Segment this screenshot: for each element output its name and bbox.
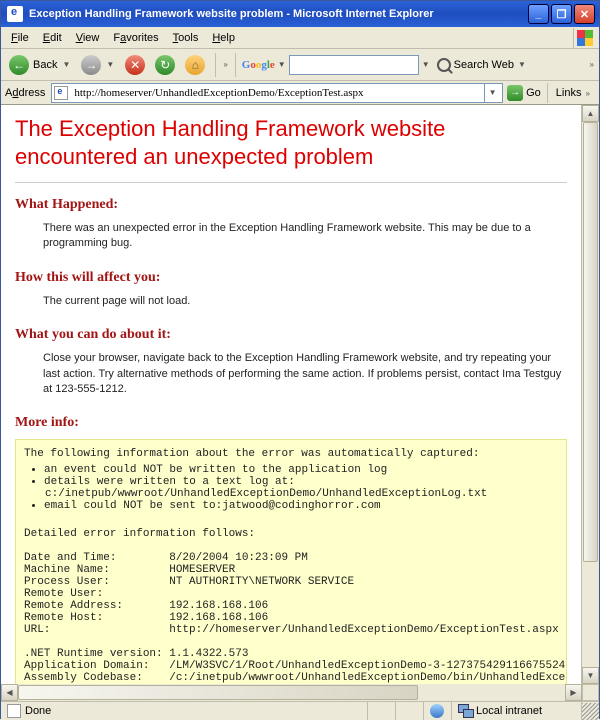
refresh-button[interactable]: ↻ xyxy=(151,52,179,78)
home-button[interactable]: ⌂ xyxy=(181,52,209,78)
back-dropdown-icon[interactable]: ▼ xyxy=(61,60,71,69)
menu-edit[interactable]: Edit xyxy=(37,30,68,46)
content-viewport: The Exception Handling Framework website… xyxy=(1,105,582,701)
search-web-button[interactable]: Search Web ▼ xyxy=(433,56,531,74)
info-bullet: details were written to a text log at: xyxy=(44,476,558,488)
heading-what-to-do: What you can do about it: xyxy=(15,327,567,343)
back-arrow-icon: ← xyxy=(9,55,29,75)
page-title: The Exception Handling Framework website… xyxy=(15,115,567,170)
info-bullet-list: an event could NOT be written to the app… xyxy=(44,464,558,512)
scroll-thumb[interactable] xyxy=(583,122,598,562)
scroll-track[interactable] xyxy=(582,122,599,667)
forward-arrow-icon: → xyxy=(81,55,101,75)
refresh-icon: ↻ xyxy=(155,55,175,75)
close-button[interactable]: ✕ xyxy=(574,4,595,24)
info-bullet-sub: c:/inetpub/wwwroot/UnhandledExceptionDem… xyxy=(44,488,487,500)
address-bar: Address ▼ → Go Links » xyxy=(1,81,599,105)
search-web-label: Search Web xyxy=(454,59,514,71)
toolbar-separator xyxy=(235,53,236,77)
links-chevron-icon[interactable]: » xyxy=(585,89,591,98)
forward-dropdown-icon[interactable]: ▼ xyxy=(105,60,115,69)
address-field[interactable]: ▼ xyxy=(51,83,503,103)
address-dropdown-icon[interactable]: ▼ xyxy=(484,84,500,102)
page-icon xyxy=(54,86,68,100)
scroll-track[interactable] xyxy=(18,684,565,701)
status-text: Done xyxy=(25,705,51,717)
maximize-button[interactable]: ❐ xyxy=(551,4,572,24)
search-web-dropdown-icon[interactable]: ▼ xyxy=(517,60,527,69)
links-label: Links xyxy=(556,87,582,99)
minimize-button[interactable]: _ xyxy=(528,4,549,24)
info-fields-block-1: Date and Time: 8/20/2004 10:23:09 PM Mac… xyxy=(24,552,558,636)
heading-what-happened: What Happened: xyxy=(15,197,567,213)
google-input-dropdown-icon[interactable]: ▼ xyxy=(421,60,431,69)
menu-file[interactable]: File xyxy=(5,30,35,46)
home-icon: ⌂ xyxy=(185,55,205,75)
horizontal-scrollbar[interactable]: ◀ ▶ xyxy=(1,684,599,701)
scroll-down-button[interactable]: ▼ xyxy=(582,667,599,684)
address-label: Address xyxy=(5,87,47,99)
title-bar: Exception Handling Framework website pro… xyxy=(1,1,599,27)
window-title: Exception Handling Framework website pro… xyxy=(29,8,434,20)
body-what-to-do: Close your browser, navigate back to the… xyxy=(43,351,567,397)
scroll-left-button[interactable]: ◀ xyxy=(1,684,18,701)
scroll-right-button[interactable]: ▶ xyxy=(565,684,582,701)
scrollbar-corner xyxy=(582,684,599,701)
vertical-scrollbar[interactable]: ▲ ▼ xyxy=(582,105,599,684)
google-dropdown-icon[interactable]: ▼ xyxy=(277,60,287,69)
body-affect: The current page will not load. xyxy=(43,294,567,309)
heading-affect: How this will affect you: xyxy=(15,270,567,286)
ie-icon xyxy=(7,6,23,22)
status-bar: Done Local intranet xyxy=(1,701,599,720)
links-button[interactable]: Links » xyxy=(552,85,595,101)
go-label: Go xyxy=(526,87,541,99)
info-intro: The following information about the erro… xyxy=(24,448,558,460)
scroll-up-button[interactable]: ▲ xyxy=(582,105,599,122)
address-input[interactable] xyxy=(72,86,480,100)
menu-help[interactable]: Help xyxy=(206,30,241,46)
security-zone: Local intranet xyxy=(476,705,542,717)
go-arrow-icon: → xyxy=(507,85,523,101)
resize-grip[interactable] xyxy=(582,703,599,720)
menu-view[interactable]: View xyxy=(70,30,106,46)
stop-icon: ✕ xyxy=(125,55,145,75)
toolbar-separator xyxy=(547,83,548,103)
body-what-happened: There was an unexpected error in the Exc… xyxy=(43,221,567,252)
heading-more-info: More info: xyxy=(15,415,567,431)
info-box: The following information about the erro… xyxy=(15,439,567,701)
back-label: Back xyxy=(33,59,57,71)
back-button[interactable]: ← Back ▼ xyxy=(5,52,75,78)
toolbar-overflow-icon[interactable]: » xyxy=(589,60,595,69)
document-icon xyxy=(7,704,21,718)
menu-bar: File Edit View Favorites Tools Help xyxy=(1,27,599,49)
info-bullet: an event could NOT be written to the app… xyxy=(44,464,558,476)
network-icon xyxy=(458,704,472,718)
info-detail-heading: Detailed error information follows: xyxy=(24,528,558,540)
toolbar-separator xyxy=(215,53,216,77)
menu-tools[interactable]: Tools xyxy=(167,30,205,46)
go-button[interactable]: → Go xyxy=(507,85,541,101)
menu-favorites[interactable]: Favorites xyxy=(107,30,164,46)
windows-logo-icon xyxy=(573,28,595,48)
forward-button[interactable]: → ▼ xyxy=(77,52,119,78)
google-search-input[interactable] xyxy=(289,55,419,75)
toolbar: ← Back ▼ → ▼ ✕ ↻ ⌂ » Google ▼ ▼ Search W… xyxy=(1,49,599,81)
search-icon xyxy=(437,58,451,72)
divider xyxy=(15,182,567,183)
toolbar-chevron-icon[interactable]: » xyxy=(222,60,228,69)
stop-button[interactable]: ✕ xyxy=(121,52,149,78)
info-bullet: email could NOT be sent to:jatwood@codin… xyxy=(44,500,558,512)
google-logo: Google xyxy=(242,59,275,71)
globe-icon xyxy=(430,704,444,718)
scroll-thumb[interactable] xyxy=(18,685,418,700)
